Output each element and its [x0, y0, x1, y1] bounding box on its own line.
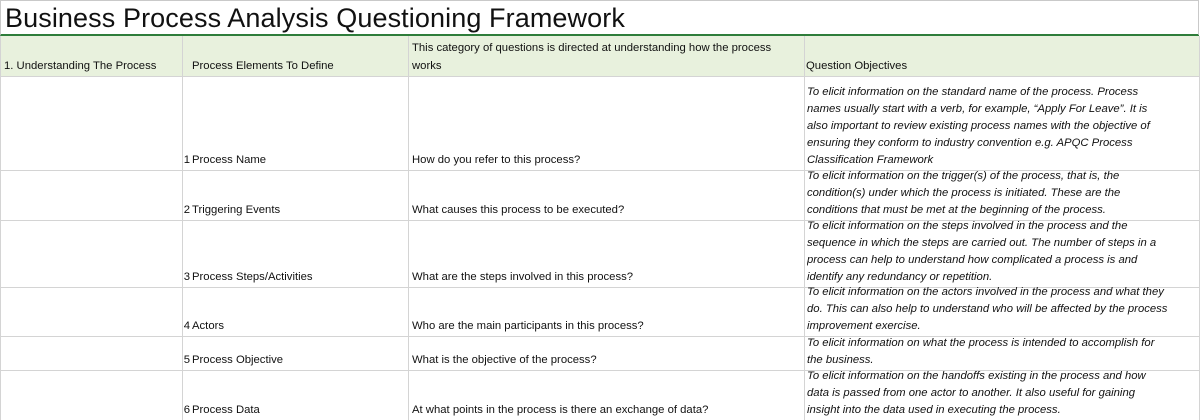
- question[interactable]: How do you refer to this process?: [412, 152, 804, 169]
- objective-line: names usually start with a verb, for exa…: [807, 103, 1148, 115]
- question[interactable]: Who are the main participants in this pr…: [412, 318, 804, 335]
- column-gridline: [408, 36, 409, 420]
- objective-line: conditions that must be met at the begin…: [807, 204, 1106, 216]
- objective-line: To elicit information on the steps invol…: [807, 220, 1128, 232]
- row-gridline: [0, 76, 1199, 77]
- objective-line: To elicit information on the trigger(s) …: [807, 170, 1120, 182]
- header-category-description-line2[interactable]: works: [412, 58, 792, 75]
- objective-line: process can help to understand how compl…: [807, 254, 1138, 266]
- objective-line: To elicit information on the actors invo…: [807, 286, 1164, 298]
- objective-line: To elicit information on what the proces…: [807, 337, 1155, 349]
- sheet-title: Business Process Analysis Questioning Fr…: [5, 3, 625, 33]
- objective-line: condition(s) under which the process is …: [807, 187, 1121, 199]
- process-element[interactable]: Process Data: [192, 402, 406, 419]
- header-process-elements[interactable]: Process Elements To Define: [192, 58, 402, 75]
- process-element[interactable]: Actors: [192, 318, 406, 335]
- question-objective[interactable]: To elicit information on what the proces…: [807, 335, 1201, 369]
- objective-line: To elicit information on the handoffs ex…: [807, 370, 1146, 382]
- process-element[interactable]: Triggering Events: [192, 202, 406, 219]
- row-number[interactable]: 4: [182, 318, 190, 335]
- question[interactable]: At what points in the process is there a…: [412, 402, 804, 419]
- column-gridline: [804, 36, 805, 420]
- objective-line: insight into the data used in executing …: [807, 404, 1061, 416]
- title-row: Business Process Analysis Questioning Fr…: [0, 0, 1199, 41]
- question[interactable]: What causes this process to be executed?: [412, 202, 804, 219]
- question-objective[interactable]: To elicit information on the standard na…: [807, 84, 1201, 169]
- process-element[interactable]: Process Name: [192, 152, 406, 169]
- objective-line: improvement exercise.: [807, 320, 921, 332]
- column-gridline: [0, 36, 1, 420]
- objective-line: ensuring they conform to industry conven…: [807, 137, 1133, 149]
- objective-line: the business.: [807, 354, 874, 366]
- objective-line: also important to review existing proces…: [807, 120, 1150, 132]
- question[interactable]: What are the steps involved in this proc…: [412, 269, 804, 286]
- objective-line: To elicit information on the standard na…: [807, 86, 1139, 98]
- header-category-description-line1[interactable]: This category of questions is directed a…: [412, 40, 804, 57]
- process-element[interactable]: Process Objective: [192, 352, 406, 369]
- objective-line: do. This can also help to understand who…: [807, 303, 1168, 315]
- row-number[interactable]: 1: [182, 152, 190, 169]
- row-number[interactable]: 6: [182, 402, 190, 419]
- question-objective[interactable]: To elicit information on the steps invol…: [807, 218, 1201, 286]
- objective-line: Classification Framework: [807, 154, 934, 166]
- row-number[interactable]: 2: [182, 202, 190, 219]
- question-objective[interactable]: To elicit information on the actors invo…: [807, 284, 1201, 335]
- row-number[interactable]: 5: [182, 352, 190, 369]
- objective-line: sequence in which the steps are carried …: [807, 237, 1157, 249]
- question-objective[interactable]: To elicit information on the trigger(s) …: [807, 168, 1201, 219]
- header-question-objectives[interactable]: Question Objectives: [806, 58, 1196, 75]
- question[interactable]: What is the objective of the process?: [412, 352, 804, 369]
- row-number[interactable]: 3: [182, 269, 190, 286]
- process-element[interactable]: Process Steps/Activities: [192, 269, 406, 286]
- objective-line: data is passed from one actor to another…: [807, 387, 1136, 399]
- question-objective[interactable]: To elicit information on the handoffs ex…: [807, 368, 1201, 419]
- header-understanding-process[interactable]: 1. Understanding The Process: [4, 58, 180, 75]
